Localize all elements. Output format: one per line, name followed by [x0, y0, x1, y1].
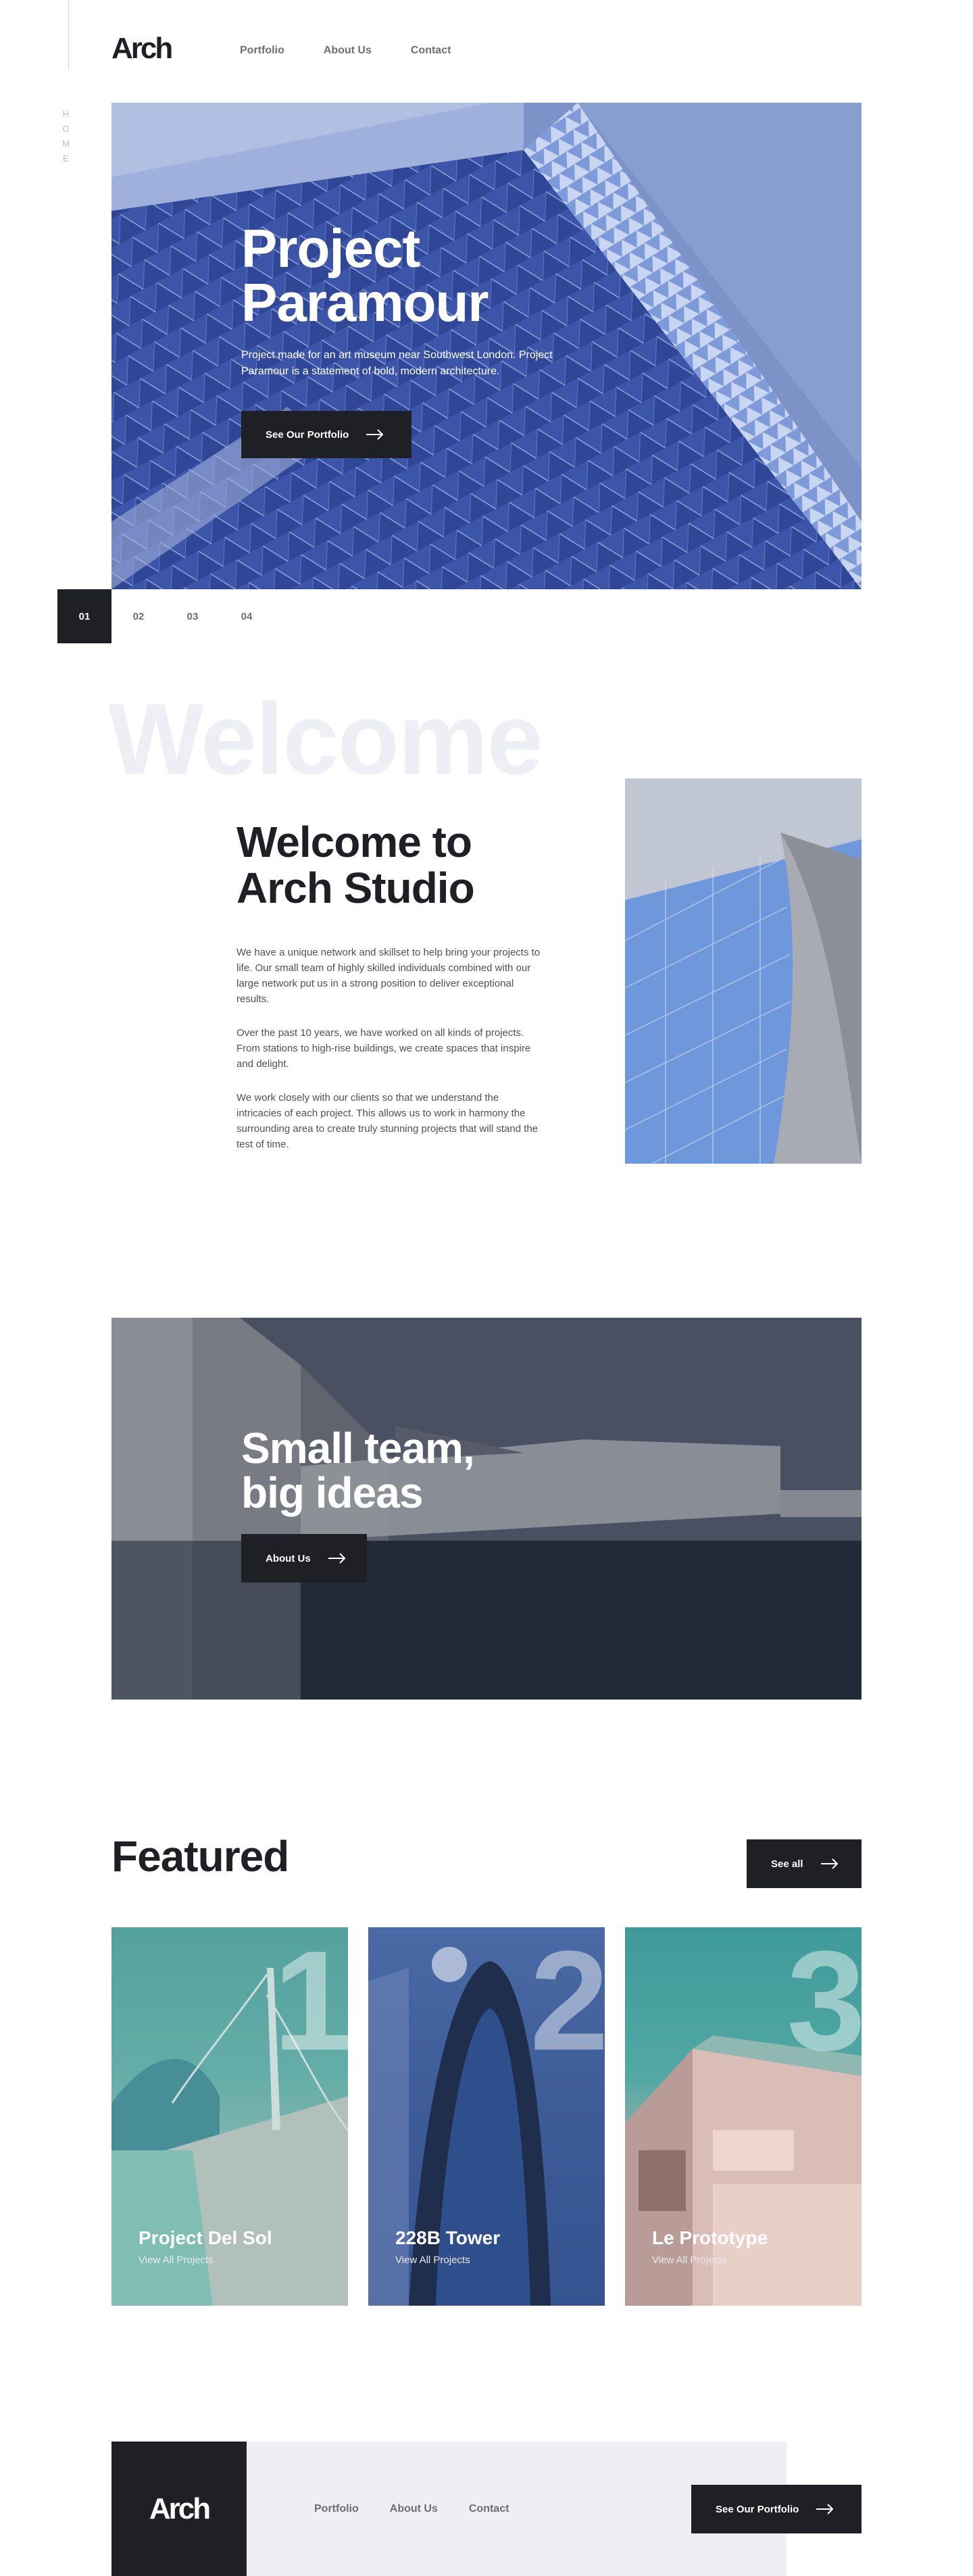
footer-portfolio-label: See Our Portfolio — [716, 2503, 799, 2515]
featured-cards: 1 Project Del Sol View All Projects 2 22… — [111, 1927, 862, 2306]
see-all-button[interactable]: See all — [747, 1839, 862, 1888]
welcome-title: Welcome to Arch Studio — [236, 818, 475, 912]
see-portfolio-button[interactable]: See Our Portfolio — [241, 411, 411, 458]
arrow-right-icon — [820, 1858, 839, 1869]
arrow-right-icon — [816, 2504, 834, 2515]
slide-button-03[interactable]: 03 — [166, 589, 220, 643]
nav-about-us[interactable]: About Us — [324, 45, 372, 57]
arrow-right-icon — [328, 1553, 346, 1564]
page-indicator-letter: O — [62, 124, 76, 134]
hero-content: Project Paramour Project made for an art… — [241, 222, 593, 458]
nav-portfolio[interactable]: Portfolio — [240, 45, 284, 57]
welcome-building-image — [625, 778, 862, 1164]
arrow-right-icon — [366, 429, 384, 440]
welcome-paragraph: Over the past 10 years, we have worked o… — [236, 1027, 531, 1070]
see-all-label: See all — [771, 1858, 803, 1870]
hero-title: Project Paramour — [241, 222, 593, 330]
see-portfolio-label: See Our Portfolio — [266, 428, 349, 441]
hero-description: Project made for an art museum near Sout… — [241, 349, 553, 377]
rail-divider — [68, 0, 69, 70]
footer-portfolio-button[interactable]: See Our Portfolio — [691, 2485, 862, 2533]
footer-logo[interactable]: Arch — [149, 2492, 211, 2526]
hero-title-line: Paramour — [241, 272, 489, 332]
footer-nav-contact[interactable]: Contact — [469, 2503, 509, 2515]
hero-banner: Project Paramour Project made for an art… — [111, 103, 862, 589]
footer-nav: Portfolio About Us Contact — [314, 2503, 509, 2515]
slide-button-02[interactable]: 02 — [111, 589, 166, 643]
hero-title-line: Project — [241, 218, 420, 278]
welcome-ghost-heading: Welcome — [108, 682, 543, 795]
project-card[interactable]: 2 228B Tower View All Projects — [368, 1927, 605, 2306]
welcome-paragraph: We work closely with our clients so that… — [236, 1092, 539, 1150]
project-number: 2 — [530, 1927, 605, 2080]
team-content: Small team, big ideas About Us — [241, 1426, 512, 1583]
nav-contact[interactable]: Contact — [411, 45, 451, 57]
hero-slide-pager: 01 02 03 04 — [57, 589, 274, 643]
project-title: Le Prototype — [652, 2227, 768, 2248]
footer-nav-portfolio[interactable]: Portfolio — [314, 2503, 359, 2515]
team-title-line: Small team, — [241, 1424, 475, 1472]
project-title: 228B Tower — [395, 2227, 501, 2248]
view-all-projects-link[interactable]: View All Projects — [395, 2254, 470, 2266]
view-all-projects-link[interactable]: View All Projects — [139, 2254, 214, 2266]
page-indicator: H O M E — [62, 107, 76, 166]
project-number: 3 — [787, 1927, 862, 2080]
team-banner: Small team, big ideas About Us — [111, 1318, 862, 1700]
page-indicator-letter: E — [63, 153, 75, 164]
footer-nav-about-us[interactable]: About Us — [390, 2503, 438, 2515]
project-card[interactable]: 3 Le Prototype View All Projects — [625, 1927, 862, 2306]
about-us-button[interactable]: About Us — [241, 1534, 367, 1583]
welcome-paragraph: We have a unique network and skillset to… — [236, 947, 541, 1005]
logo[interactable]: Arch — [111, 34, 173, 64]
team-title: Small team, big ideas — [241, 1426, 512, 1515]
footer-logo-box: Arch — [111, 2442, 247, 2576]
project-card[interactable]: 1 Project Del Sol View All Projects — [111, 1927, 348, 2306]
featured-title: Featured — [111, 1832, 289, 1881]
main-nav: Portfolio About Us Contact — [240, 45, 451, 57]
page-indicator-letter: M — [62, 139, 76, 149]
slide-button-01[interactable]: 01 — [57, 589, 111, 643]
view-all-projects-link[interactable]: View All Projects — [652, 2254, 727, 2266]
welcome-body: We have a unique network and skillset to… — [236, 945, 541, 1170]
slide-button-04[interactable]: 04 — [220, 589, 274, 643]
project-title: Project Del Sol — [139, 2227, 272, 2248]
about-us-label: About Us — [266, 1552, 311, 1564]
team-title-line: big ideas — [241, 1468, 423, 1517]
page-indicator-letter: H — [62, 109, 76, 119]
project-number: 1 — [273, 1927, 348, 2080]
